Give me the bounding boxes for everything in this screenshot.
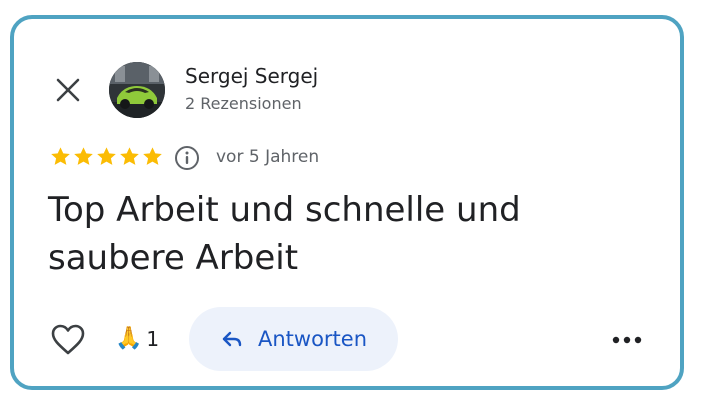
star-icon <box>97 147 116 165</box>
review-time: vor 5 Jahren <box>216 147 320 167</box>
reply-arrow-icon <box>222 331 242 347</box>
star-icon <box>74 147 93 165</box>
close-icon <box>56 78 80 102</box>
info-icon[interactable] <box>174 145 200 171</box>
review-text: Top Arbeit und schnelle und saubere Arbe… <box>48 190 521 278</box>
author-review-count: 2 Rezensionen <box>185 94 302 113</box>
avatar[interactable] <box>109 62 165 118</box>
star-rating <box>49 145 164 168</box>
more-options-button[interactable] <box>608 326 646 354</box>
reply-label: Antworten <box>257 327 368 351</box>
reaction-count: 1 <box>146 327 160 351</box>
author-name[interactable]: Sergej Sergej <box>185 64 318 88</box>
reaction-button[interactable]: 🙏 1 <box>115 324 159 354</box>
star-icon <box>120 147 139 165</box>
page: Sergej Sergej 2 Rezensionen vor 5 Jahren… <box>0 0 702 402</box>
reply-button[interactable]: Antworten <box>189 307 398 371</box>
close-button[interactable] <box>52 74 84 106</box>
heart-outline-icon[interactable] <box>49 321 87 359</box>
car-photo-avatar <box>109 62 165 118</box>
star-icon <box>51 147 70 165</box>
praying-hands-icon: 🙏 <box>115 326 143 351</box>
more-horizontal-icon <box>612 336 642 344</box>
star-icon <box>143 147 162 165</box>
